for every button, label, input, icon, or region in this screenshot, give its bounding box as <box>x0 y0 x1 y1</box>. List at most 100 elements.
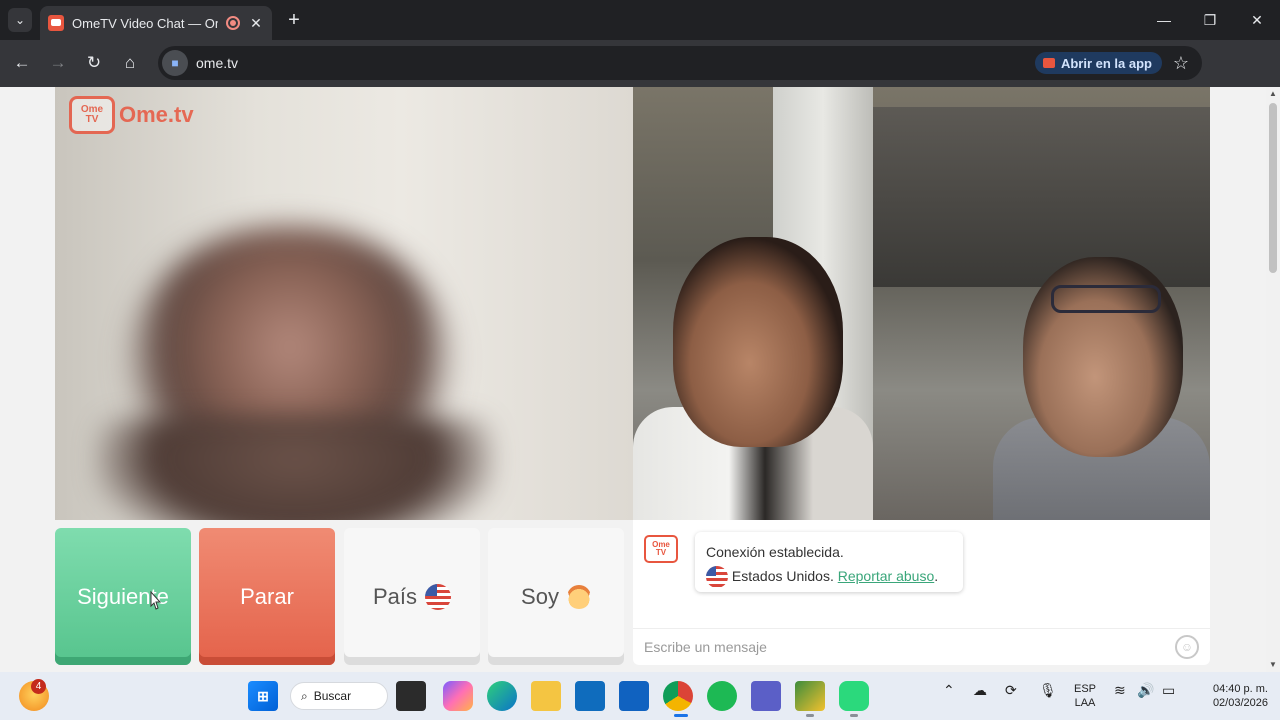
clock[interactable]: 04:40 p. m. 02/03/2026 <box>1196 682 1268 710</box>
tab-search-button[interactable]: ⌄ <box>8 8 32 32</box>
clock-date: 02/03/2026 <box>1212 697 1268 709</box>
url-text[interactable]: ome.tv <box>196 55 1035 71</box>
app-running-indicator <box>850 714 858 717</box>
tv-logo-icon: Ome TV <box>69 96 115 134</box>
app-icon <box>1042 58 1055 68</box>
spotify-icon[interactable] <box>707 681 737 711</box>
chat-logo-bottom: TV <box>655 548 667 557</box>
search-label: Buscar <box>313 689 352 703</box>
language-indicator[interactable]: ESP LAA <box>1070 682 1100 710</box>
chrome-icon[interactable] <box>663 681 693 711</box>
blurred-body <box>95 417 495 520</box>
ometv-logo: Ome TV Ome.tv <box>69 96 194 134</box>
mouse-cursor-icon <box>150 591 162 610</box>
connection-text: Conexión establecida. <box>706 544 844 560</box>
stop-button[interactable]: Parar <box>199 528 335 665</box>
search-icon: ⌕ <box>301 688 308 703</box>
minimize-icon[interactable]: — <box>1141 0 1187 40</box>
stop-button-label: Parar <box>240 583 294 609</box>
edge-icon[interactable] <box>487 681 517 711</box>
glasses <box>1051 285 1161 313</box>
battery-icon[interactable]: ▭ <box>1162 682 1175 699</box>
arrow-right-icon: → <box>49 53 67 72</box>
person-left-head <box>673 237 843 447</box>
next-button[interactable]: Siguiente <box>55 528 191 665</box>
record-icon <box>226 16 240 30</box>
site-info-button[interactable]: ■ <box>162 50 188 76</box>
chevron-down-icon: ⌄ <box>14 13 26 27</box>
sync-icon[interactable]: ⟳ <box>1005 682 1017 699</box>
message-bar: ☺ <box>633 628 1210 665</box>
reload-icon: ↻ <box>86 53 102 72</box>
app-robot-icon[interactable] <box>839 681 869 711</box>
us-flag-small-icon <box>706 566 728 589</box>
report-abuse-link[interactable]: Reportar abuso <box>838 568 935 584</box>
country-button[interactable]: País <box>344 528 480 665</box>
chat-tv-logo-icon: Ome TV <box>644 535 678 563</box>
restore-icon[interactable]: ❐ <box>1187 0 1233 40</box>
back-button[interactable]: ← <box>9 50 35 76</box>
ometv-page: Ome TV Ome.tv Siguiente Parar País Soy O… <box>0 87 1266 672</box>
forward-button[interactable]: → <box>45 50 71 76</box>
close-tab-icon[interactable]: ✕ <box>248 15 264 32</box>
file-explorer-icon[interactable] <box>531 681 561 711</box>
camera-icon: ■ <box>171 56 179 70</box>
reload-button[interactable]: ↻ <box>81 50 107 76</box>
teams-icon[interactable] <box>751 681 781 711</box>
tab-strip: ⌄ OmeTV Video Chat — Ome ✕ + — ❐ ✕ <box>0 0 1280 40</box>
store-icon[interactable] <box>575 681 605 711</box>
partner-country: Estados Unidos. <box>731 568 834 584</box>
outlook-icon[interactable] <box>619 681 649 711</box>
arrow-left-icon: ← <box>13 53 31 72</box>
close-window-icon[interactable]: ✕ <box>1234 0 1280 40</box>
gender-button[interactable]: Soy <box>488 528 624 665</box>
brand-name: Ome.tv <box>119 102 194 127</box>
scroll-down-icon[interactable]: ▼ <box>1269 660 1277 669</box>
background-ceiling <box>873 107 1210 287</box>
logo-text-bottom: TV <box>85 114 99 125</box>
onedrive-icon[interactable]: ☁ <box>973 682 987 699</box>
message-input[interactable] <box>644 639 1175 655</box>
home-button[interactable]: ⌂ <box>117 50 143 76</box>
open-in-app-button[interactable]: Abrir en la app <box>1034 52 1162 74</box>
microphone-icon[interactable]: 🎙 <box>1039 682 1057 699</box>
us-flag-icon <box>425 583 452 610</box>
open-in-app-label: Abrir en la app <box>1060 55 1152 71</box>
home-icon: ⌂ <box>124 53 136 72</box>
chat-panel: Ome TV Conexión establecida. Estados Uni… <box>633 520 1210 665</box>
tab-title: OmeTV Video Chat — Ome <box>72 15 218 31</box>
emoji-icon[interactable]: ☺ <box>1175 635 1199 659</box>
ometv-favicon-icon <box>48 15 64 31</box>
clock-time: 04:40 p. m. <box>1212 683 1268 695</box>
address-bar[interactable]: ■ ome.tv Abrir en la app ☆ <box>158 46 1202 80</box>
browser-toolbar: ← → ↻ ⌂ ■ ome.tv Abrir en la app ☆ ⋮ <box>0 40 1280 115</box>
boy-face-icon <box>566 584 591 609</box>
report-period: . <box>934 568 939 584</box>
widgets-badge: 4 <box>31 679 46 694</box>
volume-icon[interactable]: 🔊 <box>1137 682 1154 699</box>
gender-button-label: Soy <box>521 583 559 609</box>
scrollbar-thumb[interactable] <box>1269 103 1277 273</box>
chevron-up-icon[interactable]: ⌃ <box>943 682 955 699</box>
start-icon[interactable]: ⊞ <box>248 681 278 711</box>
self-video <box>633 87 1210 520</box>
system-message: Conexión establecida. Estados Unidos. Re… <box>695 532 963 592</box>
page-scrollbar[interactable]: ▲ ▼ <box>1266 87 1280 672</box>
scroll-up-icon[interactable]: ▲ <box>1269 89 1277 98</box>
stranger-video: Ome TV Ome.tv <box>55 87 633 520</box>
taskbar-search[interactable]: ⌕ Buscar <box>290 682 388 710</box>
copilot-icon[interactable] <box>443 681 473 711</box>
minecraft-icon[interactable] <box>795 681 825 711</box>
windows-taskbar: 4 ⊞ ⌕ Buscar ⌃ ☁ ⟳ 🎙 ESP LAA ≋ 🔊 ▭ 04:40… <box>0 672 1280 720</box>
chat-controls: Siguiente Parar País Soy <box>55 528 625 665</box>
new-tab-button[interactable]: + <box>282 8 306 32</box>
chrome-active-indicator <box>674 714 688 717</box>
language-line1: ESP <box>1073 683 1096 695</box>
star-icon[interactable]: ☆ <box>1168 53 1194 74</box>
minecraft-running-indicator <box>806 714 814 717</box>
task-view-icon[interactable] <box>396 681 426 711</box>
language-line2: LAA <box>1074 697 1096 709</box>
wifi-icon[interactable]: ≋ <box>1114 682 1126 699</box>
browser-tab[interactable]: OmeTV Video Chat — Ome ✕ <box>40 6 272 40</box>
country-button-label: País <box>372 583 418 609</box>
